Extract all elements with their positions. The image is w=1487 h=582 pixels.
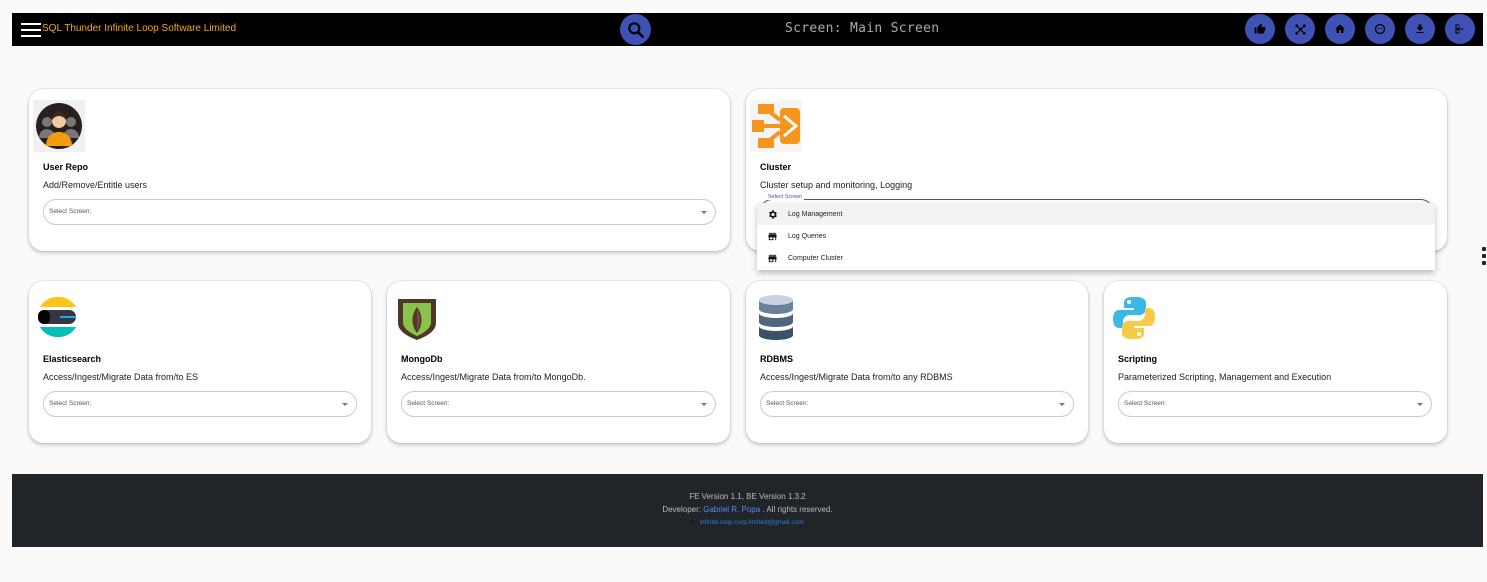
elasticsearch-logo xyxy=(35,294,81,342)
select-placeholder: Select Screen: xyxy=(49,208,92,215)
gear-icon xyxy=(767,209,778,220)
more-vert-icon[interactable] xyxy=(1482,247,1487,267)
download-button[interactable] xyxy=(1405,14,1435,44)
developer-link[interactable]: Gabriel R. Popa xyxy=(703,505,760,514)
home-icon xyxy=(1335,24,1345,33)
card-title: Cluster xyxy=(760,162,792,172)
select-placeholder: Select Screen: xyxy=(1124,400,1167,407)
select-screen-dropdown[interactable]: Select Screen: xyxy=(43,391,357,417)
card-description: Access/Ingest/Migrate Data from/to any R… xyxy=(760,372,953,382)
select-screen-dropdown[interactable]: Select Screen: xyxy=(401,391,716,417)
face-button[interactable] xyxy=(1365,14,1395,44)
store-icon xyxy=(767,253,778,264)
card-description: Add/Remove/Entitle users xyxy=(43,180,148,190)
user-repo-logo xyxy=(33,100,85,152)
cluster-icon xyxy=(1294,23,1306,35)
logout-button[interactable] xyxy=(1445,14,1475,44)
rights-text: . All rights reserved. xyxy=(762,505,833,514)
footer: FE Version 1.1, BE Version 1.3.2 Develop… xyxy=(12,474,1483,547)
select-screen-dropdown[interactable]: Select Screen: xyxy=(760,391,1074,417)
screen-label: Screen: Main Screen xyxy=(785,21,940,36)
select-screen-menu: Log Management Log Queries Computer Clus… xyxy=(757,203,1435,270)
chevron-down-icon xyxy=(701,211,707,214)
search-icon xyxy=(627,21,644,38)
cluster-logo xyxy=(750,100,802,152)
card-mongodb: MongoDb Access/Ingest/Migrate Data from/… xyxy=(387,281,730,443)
developer-line: Developer: Gabriel R. Popa . All rights … xyxy=(12,505,1483,514)
select-placeholder: Select Screen: xyxy=(766,400,809,407)
card-description: Access/Ingest/Migrate Data from/to ES xyxy=(43,372,199,382)
developer-prefix: Developer: xyxy=(662,505,702,514)
select-screen-dropdown[interactable]: Select Screen: xyxy=(43,199,716,225)
card-description: Parameterized Scripting, Management and … xyxy=(1118,372,1332,382)
card-title: Scripting xyxy=(1118,354,1158,364)
python-logo xyxy=(1112,295,1156,341)
menu-icon[interactable] xyxy=(21,23,41,37)
menu-item-computer-cluster[interactable]: Computer Cluster xyxy=(757,247,1435,269)
database-logo xyxy=(756,293,796,343)
like-button[interactable] xyxy=(1245,14,1275,44)
email-link[interactable]: infinite.loop.corp.limited@gmail.com xyxy=(12,519,1483,526)
top-app-bar: SQL Thunder Infinite Loop Software Limit… xyxy=(12,13,1483,46)
menu-item-label: Log Queries xyxy=(788,232,827,240)
thumbs-up-icon xyxy=(1254,23,1266,34)
select-placeholder: Select Screen xyxy=(766,194,805,200)
menu-item-label: Computer Cluster xyxy=(788,254,843,262)
download-icon xyxy=(1416,24,1424,33)
card-description: Cluster setup and monitoring, Logging xyxy=(760,180,913,190)
logout-icon xyxy=(1455,24,1464,34)
cluster-button[interactable] xyxy=(1285,14,1315,44)
card-title: RDBMS xyxy=(760,354,793,364)
menu-item-label: Log Management xyxy=(788,210,843,218)
card-elasticsearch: Elasticsearch Access/Ingest/Migrate Data… xyxy=(29,281,371,443)
mongodb-logo xyxy=(395,295,439,341)
app-title: SQL Thunder Infinite Loop Software Limit… xyxy=(42,23,237,34)
card-user-repo: User Repo Add/Remove/Entitle users Selec… xyxy=(29,89,730,251)
chevron-down-icon xyxy=(1059,403,1065,406)
menu-item-log-queries[interactable]: Log Queries xyxy=(757,225,1435,247)
card-scripting: Scripting Parameterized Scripting, Manag… xyxy=(1104,281,1447,443)
card-title: Elasticsearch xyxy=(43,354,102,364)
chevron-down-icon xyxy=(342,403,348,406)
home-button[interactable] xyxy=(1325,14,1355,44)
select-placeholder: Select Screen: xyxy=(407,400,450,407)
card-title: MongoDb xyxy=(401,354,443,364)
card-title: User Repo xyxy=(43,162,89,172)
select-placeholder: Select Screen: xyxy=(49,400,92,407)
card-description: Access/Ingest/Migrate Data from/to Mongo… xyxy=(401,372,586,382)
chevron-down-icon xyxy=(701,403,707,406)
select-screen-dropdown[interactable]: Select Screen: xyxy=(1118,391,1432,417)
store-icon xyxy=(767,231,778,242)
version-text: FE Version 1.1, BE Version 1.3.2 xyxy=(689,492,806,501)
search-button[interactable] xyxy=(620,14,651,45)
card-rdbms: RDBMS Access/Ingest/Migrate Data from/to… xyxy=(746,281,1088,443)
chevron-down-icon xyxy=(1417,403,1423,406)
menu-item-log-management[interactable]: Log Management xyxy=(757,203,1435,225)
face-icon xyxy=(1374,23,1386,35)
